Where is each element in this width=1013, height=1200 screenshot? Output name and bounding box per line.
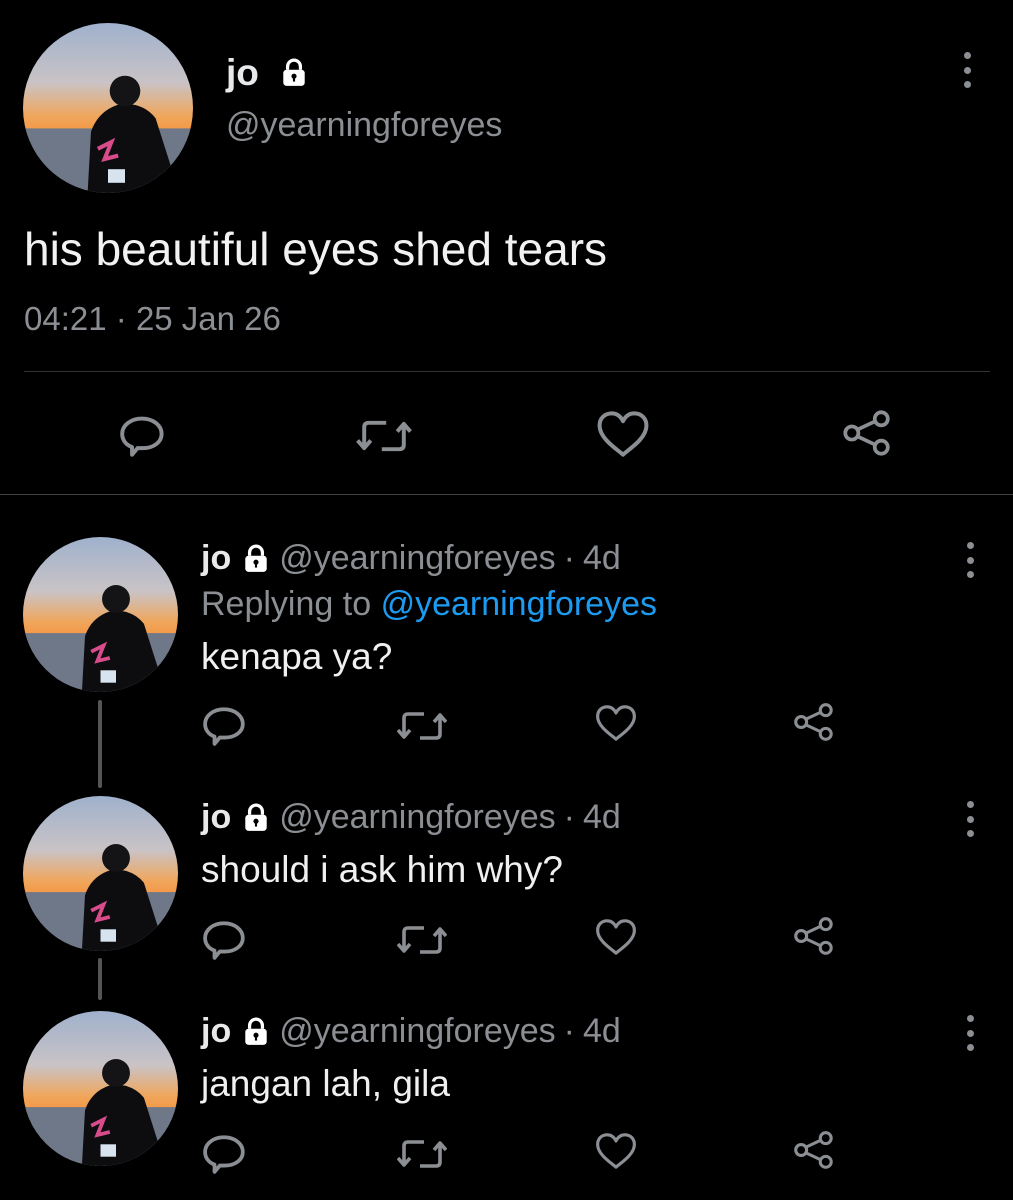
- heart-icon[interactable]: [595, 917, 637, 957]
- author-name[interactable]: jo: [201, 539, 231, 578]
- separator: ·: [563, 1012, 575, 1050]
- replying-prefix: Replying to: [201, 585, 372, 623]
- avatar[interactable]: [23, 537, 178, 692]
- heart-icon[interactable]: [596, 410, 650, 458]
- lock-icon: [243, 803, 269, 832]
- more-options-icon[interactable]: [960, 797, 980, 841]
- share-icon[interactable]: [793, 702, 833, 742]
- separator: ·: [563, 798, 575, 836]
- author-name[interactable]: jo: [201, 798, 231, 837]
- timestamp-separator: ·: [115, 300, 127, 337]
- author-name[interactable]: jo: [201, 1012, 231, 1051]
- author-name-text: jo: [226, 52, 259, 93]
- lock-icon: [281, 58, 307, 88]
- avatar[interactable]: [23, 1011, 178, 1166]
- author-handle[interactable]: @yearningforeyes: [279, 539, 555, 578]
- retweet-icon[interactable]: [397, 706, 447, 746]
- share-icon[interactable]: [842, 410, 890, 456]
- reply-text: jangan lah, gila: [201, 1063, 450, 1104]
- retweet-icon[interactable]: [397, 920, 447, 960]
- author-name[interactable]: jo: [226, 52, 309, 94]
- reply-icon[interactable]: [120, 412, 166, 458]
- reply-age[interactable]: 4d: [583, 1012, 621, 1051]
- section-divider: [0, 494, 1013, 495]
- main-tweet: jo @yearningforeyes his beautiful eyes s…: [0, 0, 1013, 495]
- author-handle[interactable]: @yearningforeyes: [279, 798, 555, 837]
- more-options-icon[interactable]: [960, 538, 980, 582]
- share-icon[interactable]: [793, 1130, 833, 1170]
- tweet-date: 25 Jan 26: [135, 300, 281, 337]
- reply-text: kenapa ya?: [201, 636, 393, 677]
- lock-icon: [243, 1017, 269, 1046]
- heart-icon[interactable]: [595, 703, 637, 743]
- reply-icon[interactable]: [203, 1131, 247, 1175]
- thread-line: [98, 958, 102, 1000]
- retweet-icon[interactable]: [355, 414, 413, 458]
- reply-header: jo @yearningforeyes · 4d: [201, 539, 621, 578]
- tweet-timestamp[interactable]: 04:21 · 25 Jan 26: [24, 300, 281, 338]
- avatar[interactable]: [23, 23, 193, 193]
- author-handle[interactable]: @yearningforeyes: [226, 106, 502, 145]
- replying-to: Replying to @yearningforeyes: [201, 585, 657, 624]
- reply-age[interactable]: 4d: [583, 798, 621, 837]
- separator: ·: [563, 539, 575, 577]
- reply-header: jo @yearningforeyes · 4d: [201, 798, 621, 837]
- more-options-icon[interactable]: [957, 48, 977, 92]
- heart-icon[interactable]: [595, 1131, 637, 1171]
- tweet-text: his beautiful eyes shed tears: [24, 223, 608, 275]
- author-handle[interactable]: @yearningforeyes: [279, 1012, 555, 1051]
- tweet-time: 04:21: [24, 300, 107, 337]
- divider: [24, 371, 990, 372]
- reply-header: jo @yearningforeyes · 4d: [201, 1012, 621, 1051]
- reply-icon[interactable]: [203, 703, 247, 747]
- more-options-icon[interactable]: [960, 1011, 980, 1055]
- lock-icon: [243, 544, 269, 573]
- reply-age[interactable]: 4d: [583, 539, 621, 578]
- reply-text: should i ask him why?: [201, 849, 563, 890]
- thread-line: [98, 700, 102, 788]
- reply-icon[interactable]: [203, 917, 247, 961]
- retweet-icon[interactable]: [397, 1134, 447, 1174]
- share-icon[interactable]: [793, 916, 833, 956]
- avatar[interactable]: [23, 796, 178, 951]
- mention-link[interactable]: @yearningforeyes: [381, 585, 657, 623]
